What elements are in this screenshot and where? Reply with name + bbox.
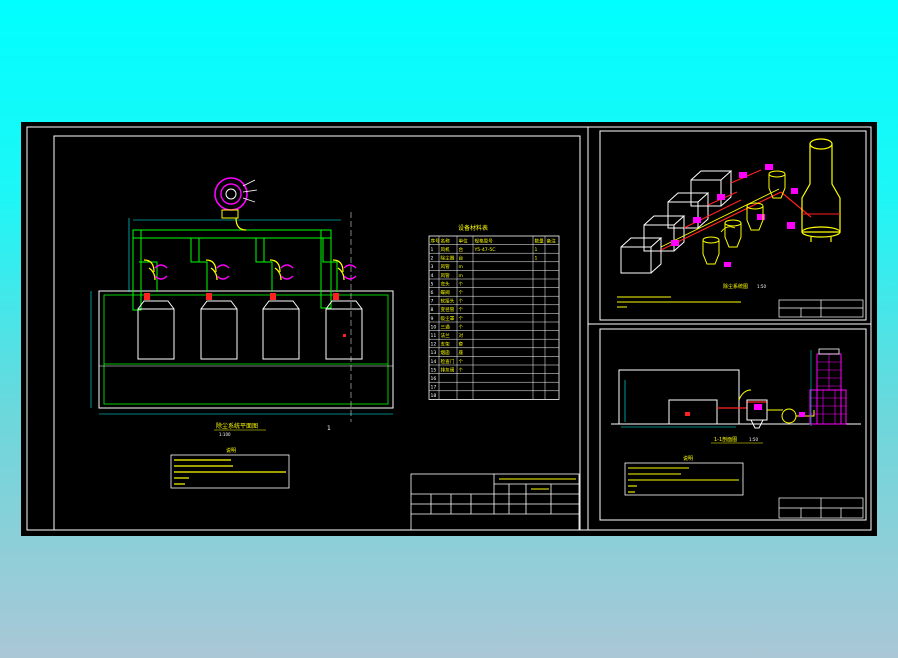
table-cell: 个 xyxy=(459,367,464,373)
table-cell: 套 xyxy=(459,341,464,348)
section-notes-title: 说明 xyxy=(683,455,693,462)
drawing-sheet: 除尘系统平面图 1:100 1 说明 设备材料表 序号 名称 单位 规格型号 数量 备注 1… xyxy=(21,122,877,536)
table-header-cell: 单位 xyxy=(459,237,469,244)
equipment-table: 序号 名称 单位 规格型号 数量 备注1 风机台 Y5-47-5C 12 除尘器台 13 风管 m4 风管… xyxy=(428,235,560,400)
plan-sheet-frame xyxy=(53,135,581,531)
table-cell: 10 xyxy=(431,324,437,330)
table-cell: 个 xyxy=(459,290,464,296)
table-cell: 7 xyxy=(431,299,434,305)
table-cell: 14 xyxy=(431,359,437,365)
cad-drawing: 除尘系统平面图 1:100 1 说明 设备材料表 序号 名称 单位 规格型号 数量 备注 1… xyxy=(26,126,872,531)
table-header-cell: 名称 xyxy=(441,237,451,244)
table-cell: 蝶阀 xyxy=(441,289,451,296)
dust-hoods xyxy=(137,300,363,360)
table-cell: 16 xyxy=(431,376,437,382)
table-cell: 1 xyxy=(535,247,538,253)
table-cell: 5 xyxy=(431,281,434,287)
table-header-cell: 规格型号 xyxy=(475,237,494,244)
iso-scale: 1:50 xyxy=(757,284,766,289)
table-cell: 除尘器 xyxy=(441,255,455,262)
table-cell: 个 xyxy=(459,324,464,330)
plan-notes-title: 说明 xyxy=(226,447,236,454)
table-cell: 吸尘罩 xyxy=(441,315,455,322)
table-cell: 座 xyxy=(459,349,464,356)
main-duct xyxy=(132,229,332,239)
table-cell: 风机 xyxy=(441,246,451,253)
table-header-cell: 备注 xyxy=(547,237,557,244)
table-cell: 支架 xyxy=(441,341,451,348)
fan-symbol xyxy=(214,177,258,219)
table-header-cell: 数量 xyxy=(535,237,545,244)
plan-view: 除尘系统平面图 1:100 1 说明 设备材料表 序号 名称 单位 规格型号 数量 备注 1… xyxy=(90,177,580,531)
table-cell: 2 xyxy=(431,256,434,262)
section-scale: 1:50 xyxy=(749,437,758,442)
plan-scale: 1:100 xyxy=(219,432,231,437)
section-view: 1-1剖面图 1:50 说明 xyxy=(611,348,864,519)
title-block xyxy=(410,473,580,531)
table-cell: 风管 xyxy=(441,263,451,270)
table-cell: 台 xyxy=(459,255,464,262)
table-title: 设备材料表 xyxy=(458,224,488,232)
table-cell: 9 xyxy=(431,316,434,322)
table-cell: m xyxy=(459,274,464,279)
table-cell: 三通 xyxy=(441,323,451,330)
table-cell: 弯头 xyxy=(441,280,451,287)
table-cell: 台 xyxy=(459,246,464,253)
table-cell: 个 xyxy=(459,359,464,365)
building-inner-wall xyxy=(103,294,389,405)
table-cell: 法兰 xyxy=(441,332,451,339)
table-cell: 12 xyxy=(431,342,437,348)
table-cell: 18 xyxy=(431,393,437,399)
section-mark: 1 xyxy=(327,425,331,432)
table-cell: 1 xyxy=(431,247,434,253)
iso-title: 除尘系统图 xyxy=(723,283,748,290)
iso-title-block xyxy=(778,299,864,318)
isometric-view: 除尘系统图 1:50 xyxy=(617,138,864,318)
table-cell: 个 xyxy=(459,307,464,313)
table-cell: 变径管 xyxy=(441,306,455,313)
table-cell: 个 xyxy=(459,281,464,287)
section-title-block xyxy=(778,497,864,519)
table-cell: 6 xyxy=(431,290,434,296)
table-cell: m xyxy=(459,265,464,270)
section-title: 1-1剖面图 xyxy=(714,436,737,443)
table-cell: 4 xyxy=(431,273,434,279)
table-cell: 个 xyxy=(459,316,464,322)
table-cell: 风管 xyxy=(441,272,451,279)
table-cell: 13 xyxy=(431,350,437,356)
table-cell: 软接头 xyxy=(441,298,455,305)
table-cell: 排灰阀 xyxy=(441,366,455,373)
table-cell: 个 xyxy=(459,299,464,305)
table-cell: 对 xyxy=(459,332,464,339)
iso-stack xyxy=(801,138,841,242)
table-cell: 烟囱 xyxy=(441,349,451,356)
table-cell: 1 xyxy=(535,256,538,262)
iso-hoods xyxy=(620,170,733,274)
iso-cyclones xyxy=(702,170,786,265)
table-header-cell: 序号 xyxy=(431,237,441,244)
brick-chimney xyxy=(809,348,847,425)
table-cell: Y5-47-5C xyxy=(474,247,496,253)
table-cell: 8 xyxy=(431,307,434,313)
table-cell: 15 xyxy=(431,367,437,373)
table-cell: 检查门 xyxy=(441,358,455,365)
table-cell: 3 xyxy=(431,264,434,270)
plan-title: 除尘系统平面图 xyxy=(216,422,258,430)
table-cell: 17 xyxy=(431,385,437,391)
table-cell: 11 xyxy=(431,333,437,339)
